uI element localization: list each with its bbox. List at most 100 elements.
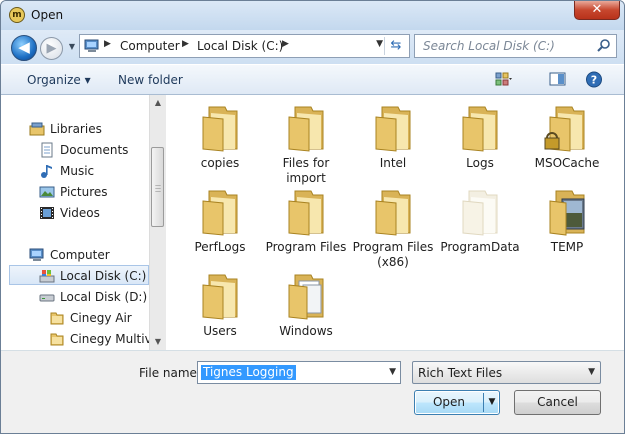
address-divider xyxy=(384,37,385,55)
title-bar: m Open ✕ xyxy=(1,1,624,30)
sidebar-item-label: Computer xyxy=(50,248,110,262)
open-dialog: m Open ✕ ◀ ▶ ▼ ▶ Computer ▶ Local Disk (… xyxy=(0,0,625,434)
recent-pages-dropdown-icon[interactable]: ▼ xyxy=(67,42,77,52)
sidebar-item-videos[interactable]: Videos xyxy=(1,203,149,223)
address-dropdown-icon[interactable]: ▼ xyxy=(376,39,383,49)
open-button-divider xyxy=(483,393,484,412)
sidebar-item-local-disk-c[interactable]: Local Disk (C:) xyxy=(9,265,149,285)
dialog-footer: File name: Tignes Logging ▼ Rich Text Fi… xyxy=(1,350,624,433)
file-name: Logs xyxy=(466,156,494,170)
file-item-copies[interactable]: copies xyxy=(176,105,264,171)
folder-icon xyxy=(202,106,238,152)
folder-icon xyxy=(288,106,324,152)
file-item-temp[interactable]: TEMP xyxy=(523,189,611,255)
file-name: ProgramData xyxy=(440,240,520,254)
grip-icon: — — — xyxy=(155,182,161,195)
file-name: Windows xyxy=(279,324,333,338)
search-icon[interactable] xyxy=(596,38,612,54)
file-item-programdata[interactable]: ProgramData xyxy=(436,189,524,255)
sidebar-item-computer[interactable]: Computer xyxy=(1,245,149,265)
breadcrumb-computer[interactable]: Computer xyxy=(120,39,180,53)
file-list: copies Files for import Intel Logs MSOCa… xyxy=(166,95,624,350)
file-name: TEMP xyxy=(550,240,584,254)
sidebar-item-cinegy-air[interactable]: Cinegy Air xyxy=(1,308,149,328)
sidebar-item-label: Cinegy Air xyxy=(70,311,132,325)
file-type-value: Rich Text Files xyxy=(418,366,503,380)
cancel-button[interactable]: Cancel xyxy=(514,390,601,415)
file-name: copies xyxy=(200,156,240,170)
address-bar[interactable]: ▶ Computer ▶ Local Disk (C:) ▶ ▼ ⇆ xyxy=(79,34,410,58)
file-name: Users xyxy=(203,324,237,338)
file-item-windows[interactable]: Windows xyxy=(262,273,350,339)
folder-icon xyxy=(462,106,498,152)
close-button[interactable]: ✕ xyxy=(574,1,620,20)
sidebar-item-label: Documents xyxy=(60,143,129,157)
file-name: Program Files xyxy=(265,240,347,254)
sidebar-item-documents[interactable]: Documents xyxy=(1,140,149,160)
organize-button[interactable]: Organize ▾ xyxy=(27,73,91,87)
file-type-select[interactable]: Rich Text Files ▼ xyxy=(412,361,601,384)
sidebar-item-label: Local Disk (C:) xyxy=(60,269,147,283)
window-title: Open xyxy=(31,8,64,22)
hidden-folder-icon xyxy=(462,190,498,236)
svg-text:?: ? xyxy=(591,74,597,87)
search-box[interactable]: Search Local Disk (C:) xyxy=(414,34,617,58)
navigation-scrollbar[interactable]: ▲ — — — ▼ xyxy=(149,95,166,350)
file-item-program-files-x86[interactable]: Program Files (x86) xyxy=(349,189,437,270)
file-item-files-for-import[interactable]: Files for import xyxy=(262,105,350,186)
folder-icon xyxy=(288,190,324,236)
open-button-label[interactable]: Open xyxy=(415,391,483,414)
file-item-logs[interactable]: Logs xyxy=(436,105,524,171)
sidebar-item-pictures[interactable]: Pictures xyxy=(1,182,149,202)
back-button[interactable]: ◀ xyxy=(11,35,37,61)
folder-icon xyxy=(375,190,411,236)
system-drive-icon xyxy=(39,270,55,283)
refresh-icon[interactable]: ⇆ xyxy=(387,37,405,55)
file-name: Files for import xyxy=(282,156,330,185)
folder-icon xyxy=(50,333,64,346)
drive-icon xyxy=(39,294,55,302)
chevron-down-icon[interactable]: ▼ xyxy=(588,367,595,377)
open-options-dropdown-icon[interactable]: ▼ xyxy=(485,391,499,414)
sidebar-item-label: Cinegy Multivi xyxy=(70,332,149,346)
documents-icon xyxy=(41,142,53,158)
sidebar-item-cinegy-multiviewer[interactable]: Cinegy Multivi xyxy=(1,329,149,349)
scroll-down-icon[interactable]: ▼ xyxy=(150,334,166,350)
open-button[interactable]: Open ▼ xyxy=(414,390,500,415)
file-name-label: File name: xyxy=(139,366,201,380)
folder-icon xyxy=(50,312,64,325)
breadcrumb-local-disk-c[interactable]: Local Disk (C:) xyxy=(197,39,283,53)
file-item-users[interactable]: Users xyxy=(176,273,264,339)
computer-icon xyxy=(84,39,99,52)
file-name-value[interactable]: Tignes Logging xyxy=(201,365,296,380)
sidebar-item-music[interactable]: Music xyxy=(1,161,149,181)
computer-icon xyxy=(29,248,44,261)
file-item-perflogs[interactable]: PerfLogs xyxy=(176,189,264,255)
folder-icon xyxy=(202,190,238,236)
file-item-msocache[interactable]: MSOCache xyxy=(523,105,611,171)
scrollbar-thumb[interactable]: — — — xyxy=(151,147,164,227)
sidebar-item-local-disk-d[interactable]: Local Disk (D:) xyxy=(1,287,149,307)
file-name: MSOCache xyxy=(534,156,600,170)
scroll-up-icon[interactable]: ▲ xyxy=(150,95,166,111)
search-input[interactable]: Search Local Disk (C:) xyxy=(423,39,555,53)
sidebar-item-label: Music xyxy=(60,164,95,178)
file-item-program-files[interactable]: Program Files xyxy=(262,189,350,255)
breadcrumb-separator-icon[interactable]: ▶ xyxy=(182,39,189,49)
breadcrumb-separator-icon[interactable]: ▶ xyxy=(104,39,111,49)
breadcrumb-separator-icon[interactable]: ▶ xyxy=(282,39,289,49)
music-icon xyxy=(41,165,52,178)
file-name-input[interactable]: Tignes Logging ▼ xyxy=(197,361,401,384)
file-name-dropdown-icon[interactable]: ▼ xyxy=(389,367,396,377)
preview-pane-icon[interactable] xyxy=(549,71,567,88)
file-item-intel[interactable]: Intel xyxy=(349,105,437,171)
sidebar-item-label: Pictures xyxy=(60,185,108,199)
locked-folder-icon xyxy=(544,106,585,152)
navigation-pane: Libraries Documents Music Pictures Video… xyxy=(1,95,149,350)
folder-icon xyxy=(202,274,238,320)
sidebar-item-libraries[interactable]: Libraries xyxy=(1,119,149,139)
new-folder-button[interactable]: New folder xyxy=(118,73,183,87)
forward-button[interactable]: ▶ xyxy=(40,37,63,60)
help-icon[interactable]: ? xyxy=(585,71,603,88)
view-options-icon[interactable] xyxy=(495,71,513,88)
